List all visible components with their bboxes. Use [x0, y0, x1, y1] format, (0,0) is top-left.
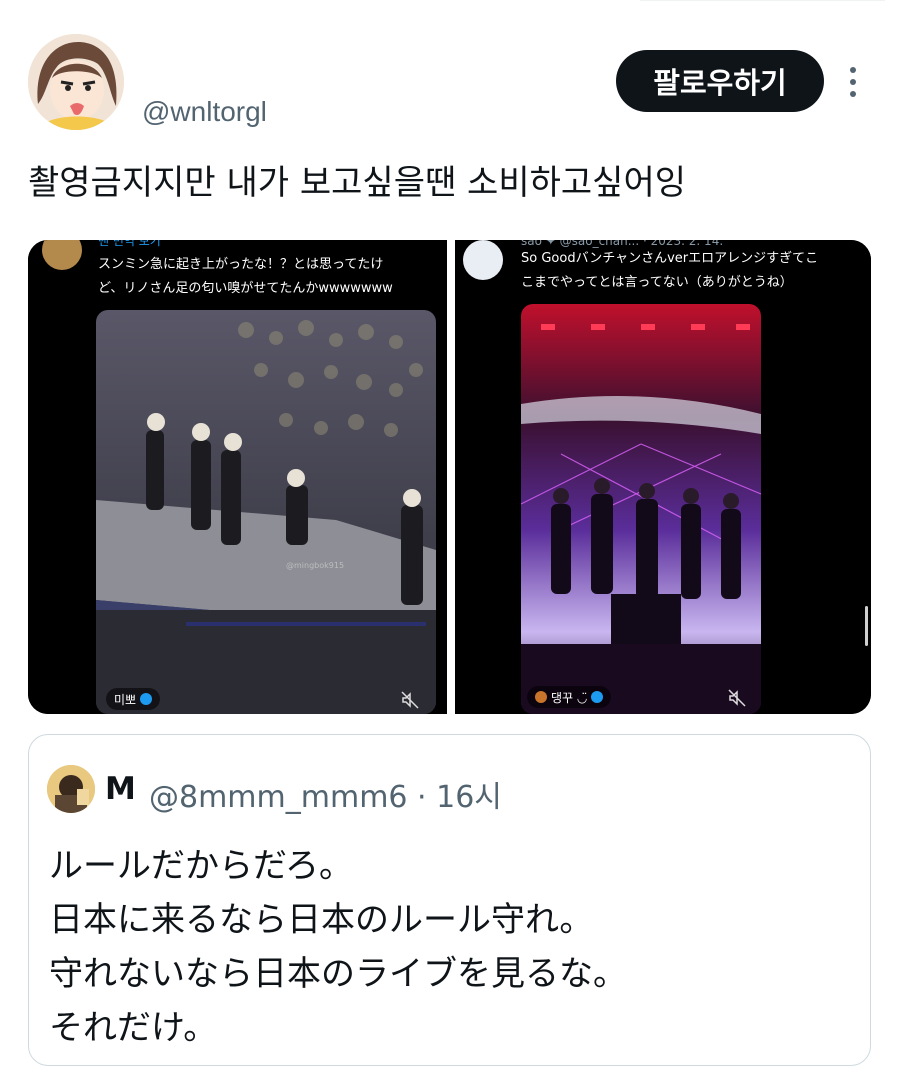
more-options-button[interactable] [838, 60, 868, 104]
bear-avatar-icon [47, 765, 95, 813]
right-video[interactable]: 댕꾸 ◡̈ [521, 304, 761, 714]
more-vertical-icon [850, 67, 856, 73]
media-item-left[interactable]: 밴 번역 보기 スンミン急に起き上がったな！？とは思ってたけ ど、リノさん足の匂… [28, 240, 447, 714]
stage-photo-right [521, 304, 761, 714]
left-caption-top: 밴 번역 보기 [98, 240, 161, 248]
scrollbar[interactable] [865, 606, 868, 646]
quote-line: ルールだからだろ。 [49, 846, 353, 886]
media-divider [447, 240, 455, 714]
more-vertical-icon-dot [850, 91, 856, 97]
left-caption-line1: スンミン急に起き上がったな！？とは思ってたけ [98, 257, 384, 272]
right-caption-line1: So Goodバンチャンさんverエロアレンジすぎてこ [521, 251, 819, 266]
right-author-badge: 댕꾸 ◡̈ [527, 686, 612, 708]
right-badge-label: 댕꾸 ◡̈ [551, 690, 588, 705]
quote-line: 守れないなら日本のライブを見るな。 [49, 954, 627, 994]
author-handle[interactable]: @wnltorgl [142, 96, 267, 128]
quote-author-name[interactable]: M [105, 771, 136, 807]
left-badge-label: 미뽀 [114, 692, 137, 707]
left-video[interactable]: @mingbok915 미뽀 [96, 310, 436, 714]
left-author-badge: 미뽀 [106, 688, 161, 710]
author-avatar[interactable] [28, 34, 124, 130]
right-caption-line2: こまでやってとは言ってない（ありがとうね） [521, 275, 793, 290]
quote-avatar[interactable] [47, 765, 95, 813]
mute-icon[interactable] [400, 690, 420, 710]
cartoon-girl-avatar-icon [28, 34, 124, 130]
verified-icon [591, 691, 604, 703]
quote-line: 日本に来るなら日本のルール守れ。 [49, 900, 594, 940]
quote-author-meta[interactable]: @8mmm_mmm6 · 16시 [149, 772, 502, 816]
left-watermark: @mingbok915 [286, 561, 344, 570]
crown-icon [535, 691, 547, 703]
quoted-tweet[interactable]: M @8mmm_mmm6 · 16시 ルールだからだろ。 日本に来るなら日本のル… [28, 734, 871, 1066]
stage-photo-left: @mingbok915 [96, 310, 436, 714]
media-item-right[interactable]: sao ✦ @sao_chan... · 2023. 2. 14. So Goo… [455, 240, 871, 714]
quote-text: ルールだからだろ。 日本に来るなら日本のルール守れ。 守れないなら日本のライブを… [49, 839, 627, 1055]
quote-line: それだけ。 [49, 1008, 218, 1048]
tweet-text: 촬영금지지만 내가 보고싶을땐 소비하고싶어잉 [28, 163, 687, 203]
right-embedded-avatar [463, 240, 503, 280]
left-embedded-avatar [42, 240, 82, 270]
media-grid[interactable]: 밴 번역 보기 スンミン急に起き上がったな！？とは思ってたけ ど、リノさん足の匂… [28, 240, 871, 714]
left-caption-line2: ど、リノさん足の匂い嗅がせてたんかwwwwwww [98, 281, 393, 296]
more-vertical-icon-dot [850, 79, 856, 85]
mute-icon[interactable] [727, 688, 747, 708]
verified-icon [140, 693, 153, 705]
follow-button[interactable]: 팔로우하기 [616, 50, 824, 112]
top-divider [640, 0, 885, 1]
